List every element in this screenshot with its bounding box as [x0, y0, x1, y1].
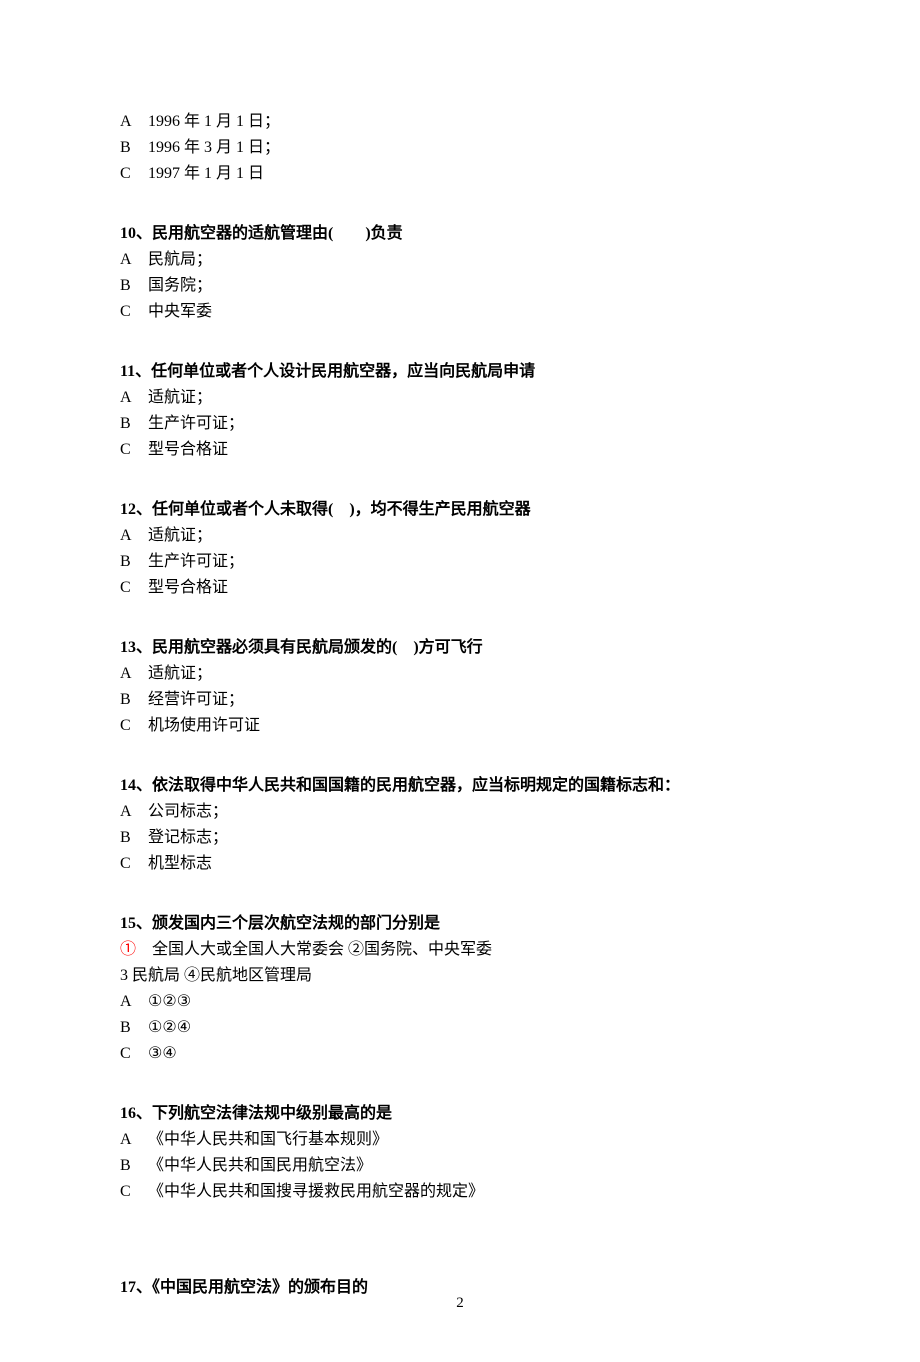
- option-label: B: [120, 688, 144, 712]
- q13-option-a: A 适航证；: [120, 662, 800, 686]
- q15-option-c: C ③④: [120, 1042, 800, 1066]
- option-label: C: [120, 438, 144, 462]
- q13-option-c: C 机场使用许可证: [120, 714, 800, 738]
- q12-option-c: C 型号合格证: [120, 576, 800, 600]
- q11-option-a: A 适航证；: [120, 386, 800, 410]
- q14-option-c: C 机型标志: [120, 852, 800, 876]
- option-text: 公司标志；: [148, 803, 228, 820]
- option-text: 适航证；: [148, 665, 212, 682]
- option-text: 型号合格证: [148, 579, 228, 596]
- q15-subline-1: ① 全国人大或全国人大常委会 ②国务院、中央军委: [120, 938, 800, 962]
- q11-option-b: B 生产许可证；: [120, 412, 800, 436]
- q12-stem: 12、任何单位或者个人未取得( )，均不得生产民用航空器: [120, 498, 800, 522]
- option-label: B: [120, 1154, 144, 1178]
- option-label: A: [120, 386, 144, 410]
- page-number: 2: [0, 1292, 920, 1315]
- option-text: 国务院；: [148, 277, 212, 294]
- q15-subline-2: 3 民航局 ④民航地区管理局: [120, 964, 800, 988]
- q11-stem: 11、任何单位或者个人设计民用航空器，应当向民航局申请: [120, 360, 800, 384]
- q15-option-b: B ①②④: [120, 1016, 800, 1040]
- q9-option-c: C 1997 年 1 月 1 日: [120, 162, 800, 186]
- option-label: B: [120, 412, 144, 436]
- q10-stem: 10、民用航空器的适航管理由( )负责: [120, 222, 800, 246]
- option-label: A: [120, 248, 144, 272]
- q16-option-c: C 《中华人民共和国搜寻援救民用航空器的规定》: [120, 1180, 800, 1204]
- q12-option-b: B 生产许可证；: [120, 550, 800, 574]
- option-label: A: [120, 110, 144, 134]
- option-text: 机型标志: [148, 855, 212, 872]
- option-label: C: [120, 300, 144, 324]
- circled-one-icon: ①: [120, 941, 136, 958]
- option-label: A: [120, 662, 144, 686]
- q12-option-a: A 适航证；: [120, 524, 800, 548]
- option-text: 《中华人民共和国民用航空法》: [148, 1157, 372, 1174]
- option-label: A: [120, 524, 144, 548]
- option-text: 《中华人民共和国搜寻援救民用航空器的规定》: [148, 1183, 484, 1200]
- option-text: 适航证；: [148, 527, 212, 544]
- option-text: 中央军委: [148, 303, 212, 320]
- option-text: 生产许可证；: [148, 553, 244, 570]
- option-label: B: [120, 274, 144, 298]
- option-text: 1996 年 1 月 1 日；: [148, 113, 280, 130]
- q14-stem: 14、依法取得中华人民共和国国籍的民用航空器，应当标明规定的国籍标志和：: [120, 774, 800, 798]
- option-label: B: [120, 136, 144, 160]
- option-label: C: [120, 576, 144, 600]
- q10-option-a: A 民航局；: [120, 248, 800, 272]
- option-label: B: [120, 826, 144, 850]
- q16-option-a: A 《中华人民共和国飞行基本规则》: [120, 1128, 800, 1152]
- option-label: C: [120, 162, 144, 186]
- q15-stem: 15、颁发国内三个层次航空法规的部门分别是: [120, 912, 800, 936]
- option-label: C: [120, 714, 144, 738]
- q9-option-b: B 1996 年 3 月 1 日；: [120, 136, 800, 160]
- option-text: 登记标志；: [148, 829, 228, 846]
- document-page: A 1996 年 1 月 1 日； B 1996 年 3 月 1 日； C 19…: [0, 0, 920, 1362]
- q16-stem: 16、下列航空法律法规中级别最高的是: [120, 1102, 800, 1126]
- option-label: C: [120, 1042, 144, 1066]
- option-label: A: [120, 1128, 144, 1152]
- option-text: ①②④: [148, 1019, 191, 1036]
- q9-option-a: A 1996 年 1 月 1 日；: [120, 110, 800, 134]
- option-label: C: [120, 852, 144, 876]
- option-text: ③④: [148, 1045, 177, 1062]
- option-text: 适航证；: [148, 389, 212, 406]
- option-text: 1996 年 3 月 1 日；: [148, 139, 280, 156]
- q13-option-b: B 经营许可证；: [120, 688, 800, 712]
- option-text: 生产许可证；: [148, 415, 244, 432]
- q16-option-b: B 《中华人民共和国民用航空法》: [120, 1154, 800, 1178]
- q11-option-c: C 型号合格证: [120, 438, 800, 462]
- option-text: 《中华人民共和国飞行基本规则》: [148, 1131, 388, 1148]
- option-label: C: [120, 1180, 144, 1204]
- q10-option-b: B 国务院；: [120, 274, 800, 298]
- option-label: A: [120, 990, 144, 1014]
- q15-option-a: A ①②③: [120, 990, 800, 1014]
- q14-option-b: B 登记标志；: [120, 826, 800, 850]
- option-label: B: [120, 1016, 144, 1040]
- option-text: ①②③: [148, 993, 191, 1010]
- option-label: B: [120, 550, 144, 574]
- option-label: A: [120, 800, 144, 824]
- q10-option-c: C 中央军委: [120, 300, 800, 324]
- option-text: 民航局；: [148, 251, 212, 268]
- q13-stem: 13、民用航空器必须具有民航局颁发的( )方可飞行: [120, 636, 800, 660]
- option-text: 经营许可证；: [148, 691, 244, 708]
- q15-sub1-text: 全国人大或全国人大常委会 ②国务院、中央军委: [136, 941, 492, 958]
- option-text: 1997 年 1 月 1 日: [148, 165, 264, 182]
- q14-option-a: A 公司标志；: [120, 800, 800, 824]
- option-text: 机场使用许可证: [148, 717, 260, 734]
- option-text: 型号合格证: [148, 441, 228, 458]
